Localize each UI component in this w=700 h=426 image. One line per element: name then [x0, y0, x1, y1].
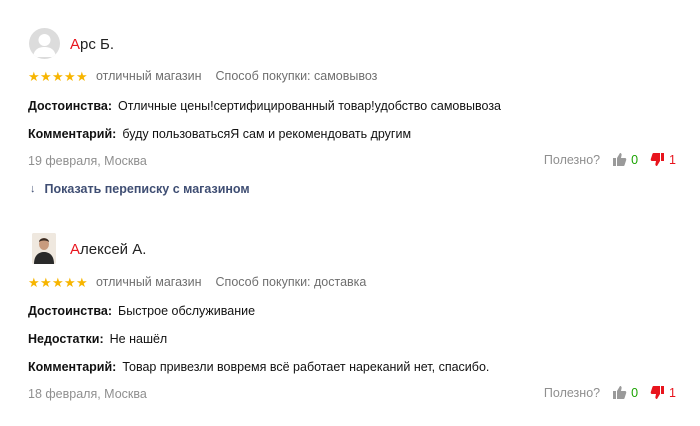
field-comment: Комментарий: буду пользоватьсяЯ сам и рек…: [28, 127, 411, 141]
helpful-label: Полезно?: [543, 385, 601, 400]
author-initial: А: [70, 241, 81, 258]
field-text: Товар привезли вовремя всё работает наре…: [122, 360, 490, 374]
author-rest: лексей А.: [80, 241, 147, 258]
field-text: Отличные цены!сертифицированный товар!уд…: [118, 99, 501, 113]
user-photo-icon: [32, 233, 56, 264]
arrow-down-icon: ↓: [30, 183, 36, 195]
star-icon: ★: [52, 274, 64, 290]
author-name[interactable]: Арс Б.: [70, 36, 114, 53]
avatar-photo: [32, 233, 56, 264]
show-thread-label: Показать переписку с магазином: [44, 182, 250, 196]
dislikes-count: 1: [669, 152, 676, 167]
star-icon: ★: [28, 68, 40, 84]
rating-row: ★ ★ ★ ★ ★ отличный магазин Способ покупк…: [28, 69, 377, 83]
star-icon: ★: [64, 274, 76, 290]
likes-count: 0: [631, 385, 639, 400]
votes: Полезно? 0 1: [544, 152, 676, 167]
field-comment: Комментарий: Товар привезли вовремя всё р…: [28, 360, 489, 374]
helpful-label: Полезно?: [543, 152, 601, 167]
author-initial: А: [70, 36, 81, 53]
votes: Полезно? 0 1: [544, 385, 676, 400]
star-icon: ★: [52, 68, 64, 84]
purchase-method: Способ покупки: доставка: [215, 275, 367, 289]
rating-row: ★ ★ ★ ★ ★ отличный магазин Способ покупк…: [28, 275, 366, 289]
field-text: Не нашёл: [109, 332, 168, 346]
field-text: буду пользоватьсяЯ сам и рекомендовать д…: [122, 127, 412, 141]
star-icon: ★: [76, 274, 88, 290]
field-label: Комментарий:: [28, 127, 117, 141]
show-thread-link[interactable]: ↓ Показать переписку с магазином: [30, 182, 250, 196]
field-pros: Достоинства: Отличные цены!сертифицирован…: [28, 99, 501, 113]
field-label: Комментарий:: [28, 360, 117, 374]
author-rest: рс Б.: [80, 36, 115, 53]
author-name[interactable]: Алексей А.: [70, 241, 146, 258]
thumbs-up-icon[interactable]: [612, 385, 627, 400]
star-icon: ★: [40, 274, 52, 290]
rating-stars: ★ ★ ★ ★ ★: [28, 276, 88, 289]
field-label: Недостатки:: [28, 332, 104, 346]
star-icon: ★: [28, 274, 40, 290]
star-icon: ★: [76, 68, 88, 84]
user-placeholder-icon: [33, 34, 56, 57]
field-cons: Недостатки: Не нашёл: [28, 332, 167, 346]
review-date: 18 февраля, Москва: [28, 387, 147, 401]
thumbs-up-icon[interactable]: [612, 152, 627, 167]
field-label: Достоинства:: [28, 99, 113, 113]
field-text: Быстрое обслуживание: [118, 304, 256, 318]
rating-text: отличный магазин: [96, 69, 202, 83]
review-date: 19 февраля, Москва: [28, 154, 147, 168]
thumbs-down-icon[interactable]: [650, 152, 665, 167]
field-pros: Достоинства: Быстрое обслуживание: [28, 304, 255, 318]
star-icon: ★: [40, 68, 52, 84]
thumbs-down-icon[interactable]: [650, 385, 665, 400]
dislikes-count: 1: [669, 385, 676, 400]
field-label: Достоинства:: [28, 304, 113, 318]
purchase-method: Способ покупки: самовывоз: [215, 69, 378, 83]
avatar-placeholder: [29, 28, 60, 59]
rating-text: отличный магазин: [96, 275, 202, 289]
star-icon: ★: [64, 68, 76, 84]
rating-stars: ★ ★ ★ ★ ★: [28, 70, 88, 83]
likes-count: 0: [631, 152, 639, 167]
